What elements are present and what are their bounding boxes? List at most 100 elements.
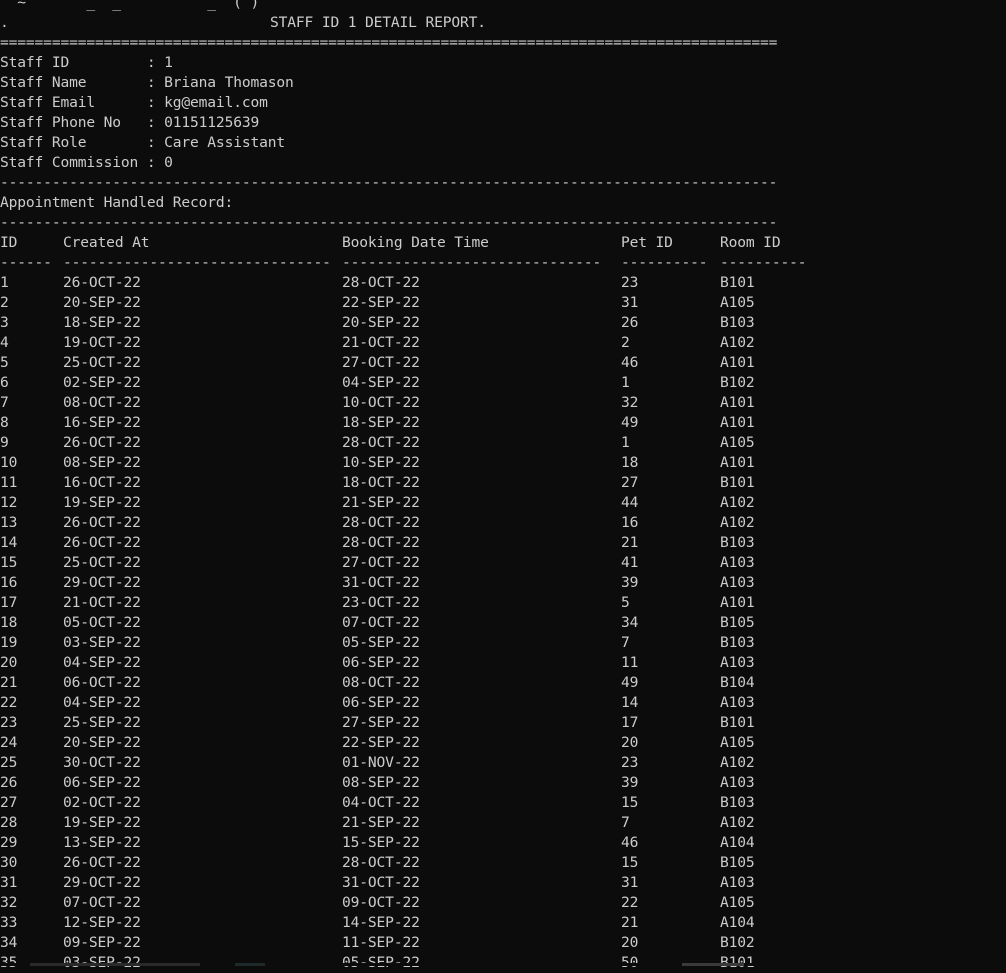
table-row: 26 06-SEP-22 08-SEP-22 39 A103 [0, 773, 1006, 793]
cell-id: 17 [0, 594, 18, 611]
cell-room-id: A102 [720, 754, 755, 771]
header-id: ID [0, 234, 18, 251]
table-row: 22 04-SEP-22 06-SEP-22 14 A103 [0, 693, 1006, 713]
cell-pet-id: 23 [621, 754, 639, 771]
cell-booking-date-time: 10-SEP-22 [342, 454, 420, 471]
table-row: 4 19-OCT-22 21-OCT-22 2 A102 [0, 333, 1006, 353]
partial-previous-line: ~ _ _ _ ( ) [0, 0, 260, 11]
cell-created-at: 04-SEP-22 [63, 654, 141, 671]
table-row: 28 19-SEP-22 21-SEP-22 7 A102 [0, 813, 1006, 833]
cell-pet-id: 27 [621, 474, 639, 491]
cell-id: 2 [0, 294, 9, 311]
cell-pet-id: 49 [621, 414, 639, 431]
cell-room-id: B104 [720, 674, 755, 691]
cell-room-id: A103 [720, 874, 755, 891]
staff-field-line: Staff Name : Briana Thomason [0, 73, 1006, 93]
cell-id: 24 [0, 734, 18, 751]
report-title: STAFF ID 1 DETAIL REPORT. [270, 14, 486, 31]
staff-field-label: Staff Role [0, 134, 147, 151]
underline-id: ------ [0, 254, 52, 271]
cell-created-at: 26-OCT-22 [63, 514, 141, 531]
cell-booking-date-time: 23-OCT-22 [342, 594, 420, 611]
cell-pet-id: 20 [621, 734, 639, 751]
cell-room-id: A104 [720, 834, 755, 851]
cell-room-id: B102 [720, 374, 755, 391]
cell-booking-date-time: 08-SEP-22 [342, 774, 420, 791]
table-row: 14 26-OCT-22 28-OCT-22 21 B103 [0, 533, 1006, 553]
cell-created-at: 29-OCT-22 [63, 874, 141, 891]
cell-created-at: 25-OCT-22 [63, 554, 141, 571]
table-row: 11 16-OCT-22 18-OCT-22 27 B101 [0, 473, 1006, 493]
staff-field-value: 01151125639 [164, 114, 260, 131]
cell-pet-id: 7 [621, 634, 630, 651]
cell-created-at: 03-SEP-22 [63, 634, 141, 651]
staff-field-separator: : [146, 94, 165, 111]
cell-pet-id: 34 [621, 614, 639, 631]
cell-created-at: 26-OCT-22 [63, 434, 141, 451]
cell-room-id: B103 [720, 634, 755, 651]
console-output[interactable]: ~ _ _ _ ( ) . STAFF ID 1 DETAIL REPORT. =… [0, 0, 1006, 973]
cell-pet-id: 41 [621, 554, 639, 571]
cell-created-at: 12-SEP-22 [63, 914, 141, 931]
cell-booking-date-time: 04-SEP-22 [342, 374, 420, 391]
table-row: 1 26-OCT-22 28-OCT-22 23 B101 [0, 273, 1006, 293]
cell-booking-date-time: 27-OCT-22 [342, 354, 420, 371]
cell-booking-date-time: 28-OCT-22 [342, 434, 420, 451]
cell-room-id: A104 [720, 914, 755, 931]
cell-created-at: 07-OCT-22 [63, 894, 141, 911]
cell-pet-id: 14 [621, 694, 639, 711]
staff-field-label: Staff Email [0, 94, 147, 111]
double-rule: ========================================… [0, 34, 778, 51]
cell-created-at: 06-SEP-22 [63, 774, 141, 791]
cell-booking-date-time: 28-OCT-22 [342, 854, 420, 871]
cell-room-id: A102 [720, 514, 755, 531]
cell-pet-id: 31 [621, 294, 639, 311]
cell-created-at: 26-OCT-22 [63, 534, 141, 551]
cell-room-id: A101 [720, 454, 755, 471]
cell-booking-date-time: 31-OCT-22 [342, 574, 420, 591]
cell-id: 32 [0, 894, 18, 911]
cell-booking-date-time: 05-SEP-22 [342, 634, 420, 651]
table-row: 32 07-OCT-22 09-OCT-22 22 A105 [0, 893, 1006, 913]
cell-created-at: 26-OCT-22 [63, 274, 141, 291]
cell-id: 18 [0, 614, 18, 631]
cell-created-at: 29-OCT-22 [63, 574, 141, 591]
table-row: 10 08-SEP-22 10-SEP-22 18 A101 [0, 453, 1006, 473]
cell-pet-id: 16 [621, 514, 639, 531]
cell-pet-id: 22 [621, 894, 639, 911]
table-row: 12 19-SEP-22 21-SEP-22 44 A102 [0, 493, 1006, 513]
table-row: 3 18-SEP-22 20-SEP-22 26 B103 [0, 313, 1006, 333]
cell-booking-date-time: 21-OCT-22 [342, 334, 420, 351]
cell-room-id: B103 [720, 794, 755, 811]
header-room-id: Room ID [720, 234, 781, 251]
cell-pet-id: 1 [621, 374, 630, 391]
cell-id: 1 [0, 274, 9, 291]
underline-room-id: ---------- [720, 254, 807, 271]
staff-field-label: Staff Commission [0, 154, 147, 171]
cell-id: 8 [0, 414, 9, 431]
staff-field-label: Staff Name [0, 74, 147, 91]
cell-room-id: A103 [720, 574, 755, 591]
cell-room-id: A105 [720, 294, 755, 311]
cell-id: 14 [0, 534, 18, 551]
cell-booking-date-time: 18-OCT-22 [342, 474, 420, 491]
staff-details: Staff ID : 1 Staff Name : Briana Thomason… [0, 53, 1006, 173]
staff-field-label: Staff ID [0, 54, 147, 71]
staff-field-separator: : [146, 154, 165, 171]
cell-room-id: A103 [720, 694, 755, 711]
cell-pet-id: 21 [621, 534, 639, 551]
cell-pet-id: 46 [621, 834, 639, 851]
cell-id: 28 [0, 814, 18, 831]
table-row: 25 30-OCT-22 01-NOV-22 23 A102 [0, 753, 1006, 773]
report-title-line: . STAFF ID 1 DETAIL REPORT. [0, 13, 1006, 33]
table-row: 33 12-SEP-22 14-SEP-22 21 A104 [0, 913, 1006, 933]
cell-created-at: 18-SEP-22 [63, 314, 141, 331]
underline-created-at: ------------------------------- [63, 254, 331, 271]
table-row: 20 04-SEP-22 06-SEP-22 11 A103 [0, 653, 1006, 673]
cell-booking-date-time: 22-SEP-22 [342, 294, 420, 311]
table-row: 7 08-OCT-22 10-OCT-22 32 A101 [0, 393, 1006, 413]
cell-booking-date-time: 06-SEP-22 [342, 654, 420, 671]
staff-field-separator: : [146, 54, 165, 71]
cell-booking-date-time: 11-SEP-22 [342, 934, 420, 951]
table-row: 19 03-SEP-22 05-SEP-22 7 B103 [0, 633, 1006, 653]
